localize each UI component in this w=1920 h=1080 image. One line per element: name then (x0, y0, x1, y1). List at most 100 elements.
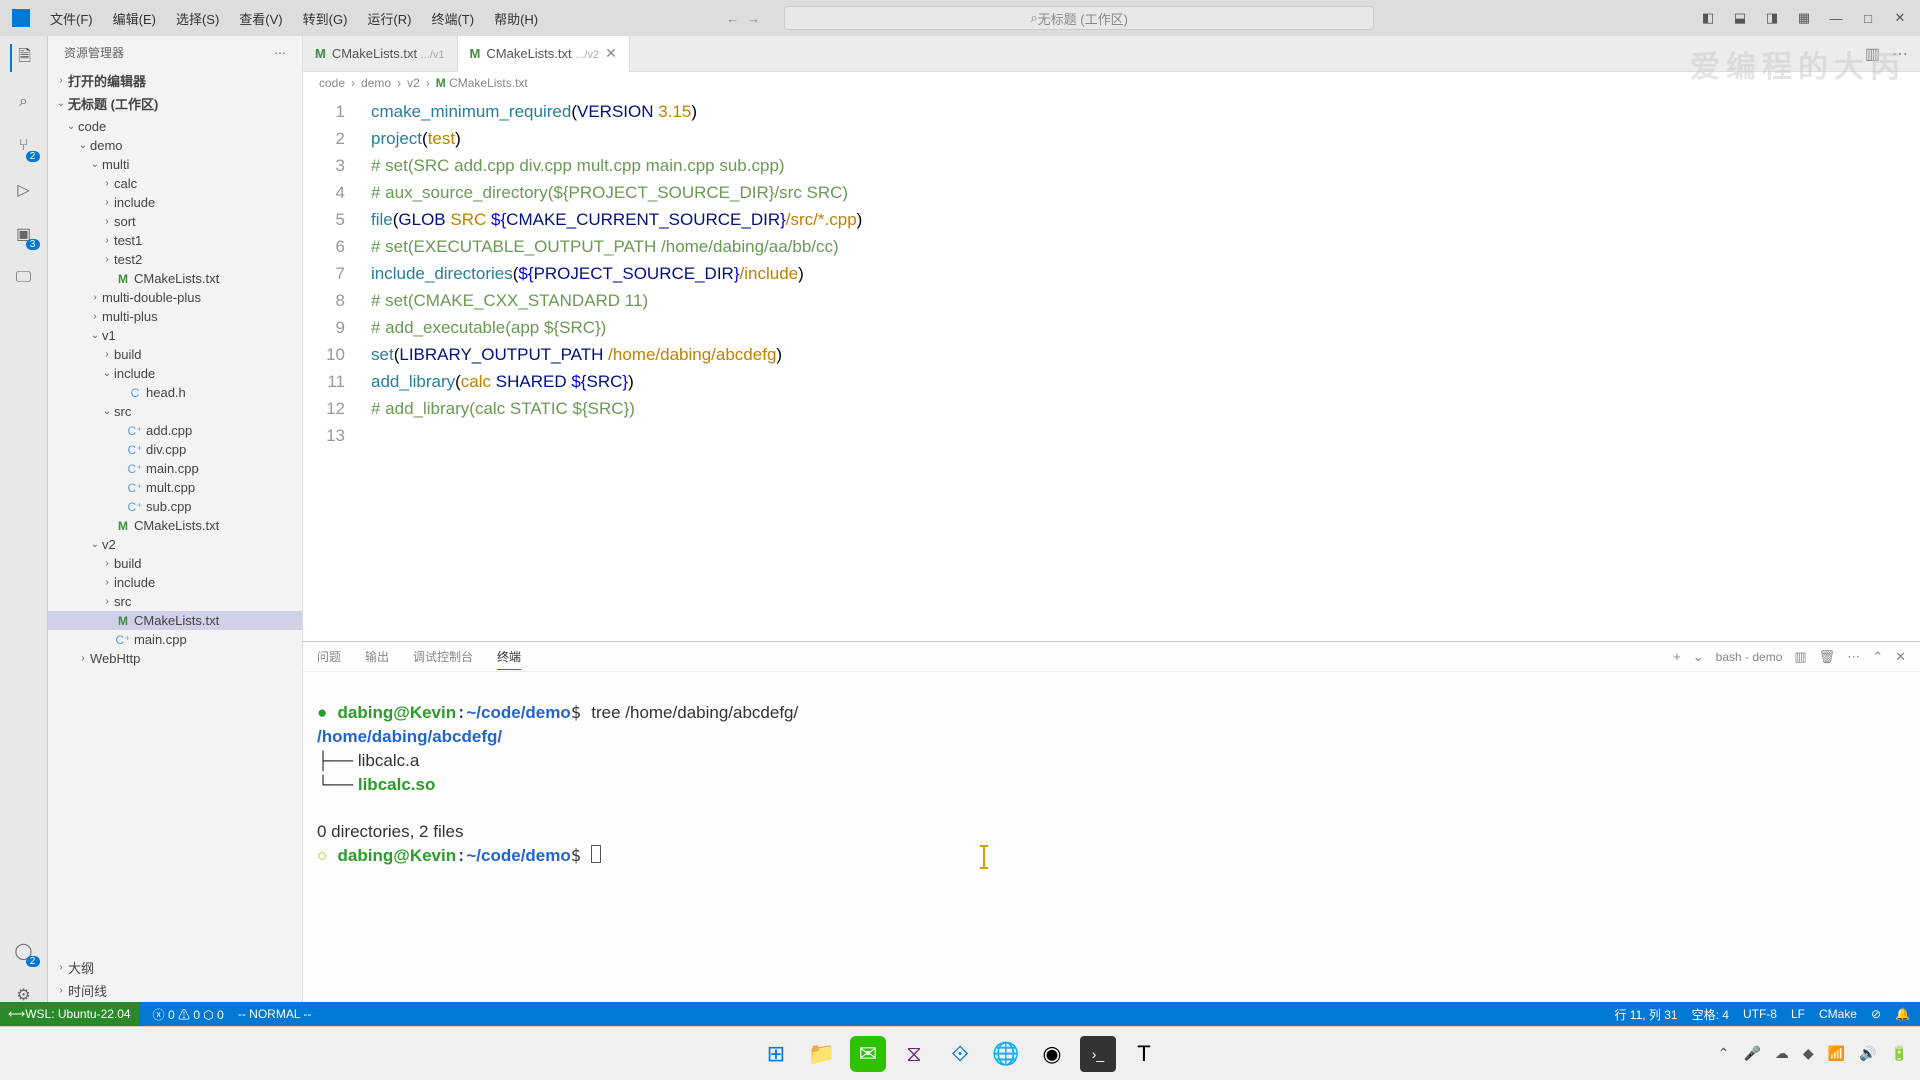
search-icon[interactable]: ⌕ (10, 88, 38, 116)
explorer-icon[interactable]: 🗎 (10, 44, 38, 72)
tree-folder[interactable]: ⌄include (48, 364, 302, 383)
menu-item[interactable]: 帮助(H) (486, 7, 546, 30)
menu-item[interactable]: 选择(S) (168, 7, 227, 30)
terminal-dropdown-icon[interactable]: ⌄ (1693, 649, 1704, 665)
tray-battery-icon[interactable]: 🔋 (1891, 1045, 1908, 1062)
tray-wifi-icon[interactable]: 📶 (1828, 1045, 1845, 1062)
tray-mic-icon[interactable]: 🎤 (1743, 1045, 1760, 1062)
tree-folder[interactable]: ›multi-double-plus (48, 288, 302, 307)
source-control-icon[interactable]: ⑂2 (10, 132, 38, 160)
tree-folder[interactable]: ›src (48, 592, 302, 611)
breadcrumb-item[interactable]: M CMakeLists.txt (436, 76, 528, 90)
visualstudio-icon[interactable]: ⧖ (896, 1036, 932, 1072)
panel-tab[interactable]: 输出 (365, 644, 389, 670)
tree-file[interactable]: Chead.h (48, 383, 302, 402)
code-content[interactable]: cmake_minimum_required(VERSION 3.15) pro… (363, 94, 1920, 641)
timeline-section[interactable]: ›时间线 (48, 979, 302, 1002)
status-eol[interactable]: LF (1791, 1007, 1805, 1021)
tree-folder[interactable]: ›include (48, 573, 302, 592)
command-center-search[interactable]: ⌕ 无标题 (工作区) (784, 6, 1374, 30)
tree-file[interactable]: MCMakeLists.txt (48, 611, 302, 630)
layout-sidebar-left-icon[interactable]: ◧ (1700, 10, 1716, 26)
tree-file[interactable]: MCMakeLists.txt (48, 269, 302, 288)
tree-folder[interactable]: ⌄v1 (48, 326, 302, 345)
start-icon[interactable]: ⊞ (758, 1036, 794, 1072)
menu-item[interactable]: 文件(F) (42, 7, 101, 30)
tray-app-icon[interactable]: ◆ (1803, 1045, 1814, 1062)
wechat-icon[interactable]: ✉ (850, 1036, 886, 1072)
terminal[interactable]: ● dabing@Kevin:~/code/demo$ tree /home/d… (303, 672, 1920, 1021)
terminal-icon[interactable]: ›_ (1080, 1036, 1116, 1072)
tree-folder[interactable]: ›WebHttp (48, 649, 302, 668)
tree-folder[interactable]: ⌄multi (48, 155, 302, 174)
tree-folder[interactable]: ›test1 (48, 231, 302, 250)
tree-folder[interactable]: ›test2 (48, 250, 302, 269)
panel-tab[interactable]: 问题 (317, 644, 341, 670)
layout-panel-icon[interactable]: ⬓ (1732, 10, 1748, 26)
tree-file[interactable]: C⁺sub.cpp (48, 497, 302, 516)
breadcrumb-item[interactable]: v2 (407, 76, 420, 90)
run-debug-icon[interactable]: ▷ (10, 176, 38, 204)
close-panel-icon[interactable]: ✕ (1895, 649, 1906, 665)
chrome-icon[interactable]: ◉ (1034, 1036, 1070, 1072)
new-terminal-icon[interactable]: + (1673, 649, 1681, 664)
tree-folder[interactable]: ⌄src (48, 402, 302, 421)
breadcrumb-item[interactable]: code (319, 76, 345, 90)
menu-item[interactable]: 转到(G) (295, 7, 356, 30)
layout-customize-icon[interactable]: ▦ (1796, 10, 1812, 26)
tree-file[interactable]: C⁺div.cpp (48, 440, 302, 459)
extensions-icon[interactable]: ▣3 (10, 220, 38, 248)
tree-file[interactable]: C⁺add.cpp (48, 421, 302, 440)
nav-forward-icon[interactable]: → (747, 11, 760, 26)
editor-tab[interactable]: MCMakeLists.txt .../v2✕ (458, 36, 630, 72)
tree-folder[interactable]: ›multi-plus (48, 307, 302, 326)
maximize-icon[interactable]: □ (1860, 10, 1876, 26)
maximize-panel-icon[interactable]: ⌃ (1872, 649, 1883, 665)
workspace-section[interactable]: ⌄无标题 (工作区) (48, 92, 302, 115)
menu-item[interactable]: 终端(T) (423, 7, 482, 30)
kill-terminal-icon[interactable]: 🗑 (1819, 649, 1836, 665)
code-editor[interactable]: 1 2 3 4 5 6 7 8 9 10 11 12 13 cmake_mini… (303, 94, 1920, 641)
tray-volume-icon[interactable]: 🔊 (1859, 1045, 1876, 1062)
tree-folder[interactable]: ›build (48, 345, 302, 364)
tree-folder[interactable]: ›build (48, 554, 302, 573)
tray-onedrive-icon[interactable]: ☁ (1775, 1045, 1789, 1062)
tree-file[interactable]: C⁺mult.cpp (48, 478, 302, 497)
panel-tab[interactable]: 调试控制台 (413, 644, 473, 670)
outline-section[interactable]: ›大纲 (48, 956, 302, 979)
tree-file[interactable]: C⁺main.cpp (48, 459, 302, 478)
sidebar-more-icon[interactable]: ⋯ (274, 46, 286, 60)
tree-file[interactable]: C⁺main.cpp (48, 630, 302, 649)
more-icon[interactable]: ⋯ (1847, 649, 1860, 665)
split-terminal-icon[interactable]: ▥ (1794, 649, 1806, 665)
tree-folder[interactable]: ⌄v2 (48, 535, 302, 554)
close-icon[interactable]: ✕ (1892, 10, 1908, 26)
status-cursor-pos[interactable]: 行 11, 列 31 (1614, 1006, 1677, 1023)
edge-icon[interactable]: 🌐 (988, 1036, 1024, 1072)
status-language[interactable]: CMake (1819, 1007, 1857, 1021)
status-indent[interactable]: 空格: 4 (1692, 1006, 1729, 1023)
panel-tab[interactable]: 终端 (497, 644, 521, 670)
vscode-icon[interactable]: ⟐ (942, 1036, 978, 1072)
tree-folder[interactable]: ›calc (48, 174, 302, 193)
tree-folder[interactable]: ›sort (48, 212, 302, 231)
status-feedback-icon[interactable]: ⊘ (1871, 1007, 1881, 1021)
tree-folder[interactable]: ⌄code (48, 117, 302, 136)
minimize-icon[interactable]: — (1828, 10, 1844, 26)
menu-item[interactable]: 查看(V) (231, 7, 290, 30)
breadcrumb-item[interactable]: demo (361, 76, 391, 90)
tree-folder[interactable]: ›include (48, 193, 302, 212)
remote-explorer-icon[interactable]: 🖵 (10, 264, 38, 292)
editor-tab[interactable]: MCMakeLists.txt .../v1 (303, 36, 458, 72)
nav-back-icon[interactable]: ← (726, 11, 739, 26)
tree-folder[interactable]: ⌄demo (48, 136, 302, 155)
open-editors-section[interactable]: ›打开的编辑器 (48, 69, 302, 92)
layout-sidebar-right-icon[interactable]: ◨ (1764, 10, 1780, 26)
status-encoding[interactable]: UTF-8 (1743, 1007, 1777, 1021)
menu-item[interactable]: 运行(R) (359, 7, 419, 30)
terminal-label[interactable]: bash - demo (1716, 650, 1783, 664)
status-bell-icon[interactable]: 🔔 (1895, 1007, 1910, 1021)
breadcrumb[interactable]: code›demo›v2›M CMakeLists.txt (303, 72, 1920, 94)
close-tab-icon[interactable]: ✕ (605, 45, 617, 62)
account-icon[interactable]: ◯2 (10, 937, 38, 965)
